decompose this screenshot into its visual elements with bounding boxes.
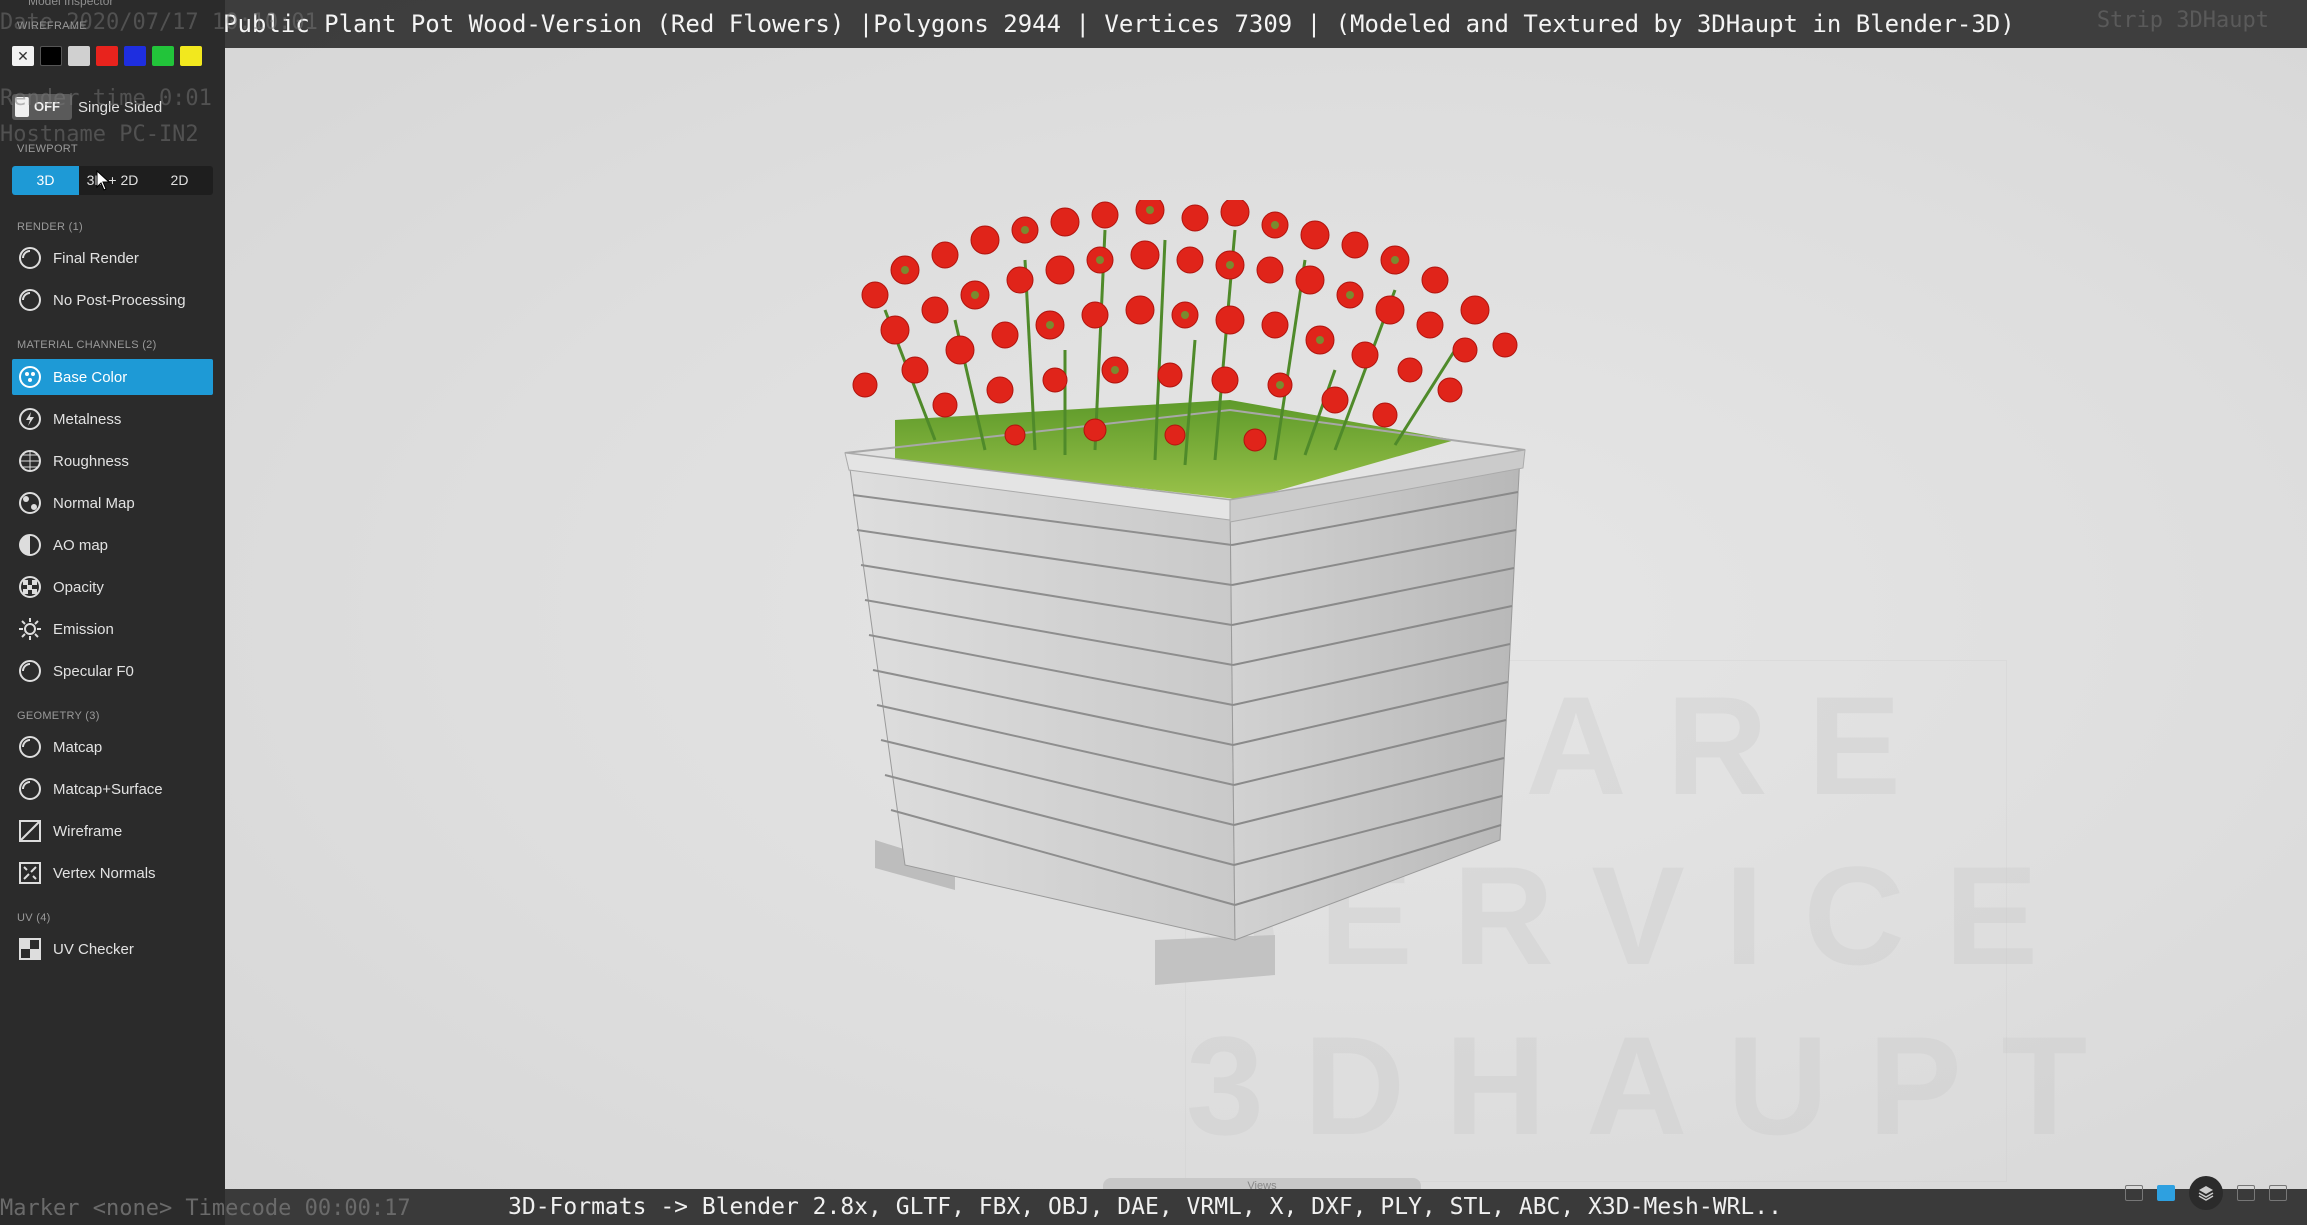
checker-sphere-icon xyxy=(17,574,43,600)
specular-f0-item[interactable]: Specular F0 xyxy=(12,653,213,689)
sphere-icon xyxy=(17,734,43,760)
emission-item[interactable]: Emission xyxy=(12,611,213,647)
sphere-icon xyxy=(17,658,43,684)
swatch-yellow[interactable] xyxy=(180,46,202,66)
vertex-normals-item[interactable]: Vertex Normals xyxy=(12,855,213,891)
ghost-marker-text: Marker <none> Timecode 00:00:17 xyxy=(0,1196,411,1221)
swatch-red[interactable] xyxy=(96,46,118,66)
swatch-black[interactable] xyxy=(40,46,62,66)
normal-map-item[interactable]: Normal Map xyxy=(12,485,213,521)
help-icon[interactable] xyxy=(2125,1185,2143,1201)
matcap-surface-label: Matcap+Surface xyxy=(53,780,163,798)
viewer-controls xyxy=(2125,1176,2287,1210)
no-post-processing-label: No Post-Processing xyxy=(53,291,186,309)
comment-icon[interactable] xyxy=(2157,1185,2175,1201)
panel-header: Model Inspector xyxy=(28,0,114,8)
wireframe-label-item: Wireframe xyxy=(53,822,123,840)
swatch-green[interactable] xyxy=(152,46,174,66)
viewport-3d-2d-button[interactable]: 3D + 2D xyxy=(79,166,146,195)
formats-text: 3D-Formats -> Blender 2.8x, GLTF, FBX, O… xyxy=(508,1194,1782,1220)
swatch-blue[interactable] xyxy=(124,46,146,66)
sphere-icon xyxy=(17,245,43,271)
vertex-normals-icon xyxy=(17,860,43,886)
normal-map-label: Normal Map xyxy=(53,494,135,512)
palette-icon xyxy=(17,364,43,390)
normal-map-icon xyxy=(17,490,43,516)
base-color-label: Base Color xyxy=(53,368,128,386)
viewport-2d-button[interactable]: 2D xyxy=(146,166,213,195)
ghost-render-time-text: Render time 0:01 xyxy=(0,86,212,111)
vertex-normals-label: Vertex Normals xyxy=(53,864,156,882)
swatch-gray[interactable] xyxy=(68,46,90,66)
wireframe-icon xyxy=(17,818,43,844)
sphere-icon xyxy=(17,776,43,802)
lightning-icon xyxy=(17,406,43,432)
base-color-item[interactable]: Base Color xyxy=(12,359,213,395)
ao-map-label: AO map xyxy=(53,536,109,554)
model-inspector-panel: Model Inspector WIREFRAME ✕ OFF Single S… xyxy=(0,0,225,1225)
specular-f0-label: Specular F0 xyxy=(53,662,134,680)
roughness-label: Roughness xyxy=(53,452,129,470)
ao-map-item[interactable]: AO map xyxy=(12,527,213,563)
geometry-label: GEOMETRY (3) xyxy=(17,710,100,722)
grid-sphere-icon xyxy=(17,448,43,474)
opacity-item[interactable]: Opacity xyxy=(12,569,213,605)
metalness-item[interactable]: Metalness xyxy=(12,401,213,437)
wireframe-color-swatches: ✕ xyxy=(12,46,202,66)
half-circle-icon xyxy=(17,532,43,558)
uv-checker-label: UV Checker xyxy=(53,940,134,958)
layers-icon[interactable] xyxy=(2189,1176,2223,1210)
viewport-mode-selector: 3D 3D + 2D 2D xyxy=(12,166,213,195)
matcap-label: Matcap xyxy=(53,738,103,756)
ghost-date-text: Date 2020/07/17 10:10:01 xyxy=(0,10,318,35)
wireframe-item[interactable]: Wireframe xyxy=(12,813,213,849)
roughness-item[interactable]: Roughness xyxy=(12,443,213,479)
uv-label: UV (4) xyxy=(17,912,51,924)
emission-label: Emission xyxy=(53,620,114,638)
render-label: RENDER (1) xyxy=(17,221,83,233)
settings-icon[interactable] xyxy=(2237,1185,2255,1201)
ghost-hostname-text: Hostname PC-IN2 xyxy=(0,122,199,147)
sphere-icon xyxy=(17,287,43,313)
matcap-item[interactable]: Matcap xyxy=(12,729,213,765)
matcap-surface-item[interactable]: Matcap+Surface xyxy=(12,771,213,807)
mouse-cursor-icon xyxy=(96,170,111,191)
final-render-label: Final Render xyxy=(53,249,139,267)
ghost-strip-text: Strip 3DHaupt xyxy=(2096,8,2269,33)
checker-icon xyxy=(17,936,43,962)
fullscreen-icon[interactable] xyxy=(2269,1185,2287,1201)
sun-icon xyxy=(17,616,43,642)
metalness-label: Metalness xyxy=(53,410,122,428)
final-render-item[interactable]: Final Render xyxy=(12,240,213,276)
no-post-processing-item[interactable]: No Post-Processing xyxy=(12,282,213,318)
viewport-3d-button[interactable]: 3D xyxy=(12,166,79,195)
uv-checker-item[interactable]: UV Checker xyxy=(12,931,213,967)
opacity-label: Opacity xyxy=(53,578,104,596)
material-channels-label: MATERIAL CHANNELS (2) xyxy=(17,339,157,351)
model-title: Public Plant Pot Wood-Version (Red Flowe… xyxy=(223,10,2015,38)
plant-pot-model[interactable] xyxy=(835,200,1535,1020)
clear-color-swatch[interactable]: ✕ xyxy=(12,46,34,66)
